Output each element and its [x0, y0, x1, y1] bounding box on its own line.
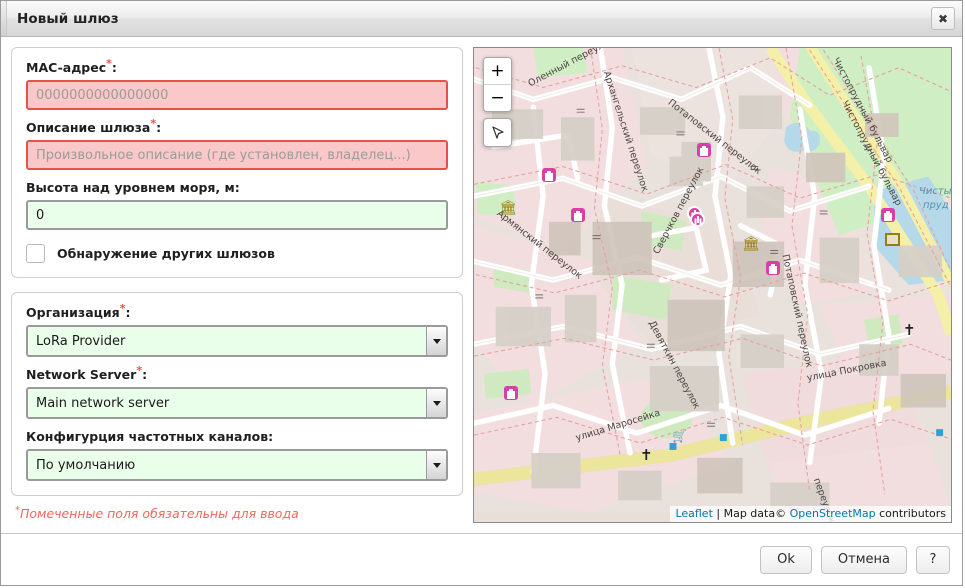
network-server-label-colon: :	[142, 367, 147, 382]
new-gateway-dialog: Новый шлюз ✖ MAC-адрес*: Описание шлюза*…	[0, 0, 963, 586]
description-label-text: Описание шлюза	[26, 120, 150, 135]
hospital-icon[interactable]	[690, 212, 705, 227]
gateway-discovery-checkbox[interactable]	[26, 244, 45, 263]
pharmacy-icon[interactable]	[542, 168, 556, 182]
description-label-colon: :	[156, 120, 161, 135]
network-server-selected-value: Main network server	[28, 396, 426, 411]
location-map[interactable]: Оленный переулокАрхангельский переулокПо…	[473, 47, 952, 523]
required-fields-note: *Помеченные поля обязательны для ввода	[15, 506, 463, 521]
description-input[interactable]	[26, 140, 448, 170]
required-note-text: Помеченные поля обязательны для ввода	[20, 506, 299, 521]
pharmacy-icon[interactable]	[881, 208, 895, 222]
altitude-label: Высота над уровнем моря, м:	[26, 180, 448, 195]
mac-address-label-colon: :	[112, 60, 117, 75]
help-button[interactable]: ?	[916, 546, 950, 574]
organization-label-text: Организация	[26, 305, 120, 320]
network-server-label-text: Network Server	[26, 367, 136, 382]
attribution-contributors: contributors	[876, 507, 946, 520]
network-server-label: Network Server*:	[26, 367, 448, 382]
church-icon[interactable]: ✝	[903, 323, 916, 338]
channel-config-select[interactable]: По умолчанию	[26, 449, 448, 481]
map-zoom-controls: + −	[483, 57, 512, 112]
map-tiles	[474, 48, 951, 512]
cinema-icon[interactable]	[885, 233, 900, 246]
gateway-assignment-group: Организация*: LoRa Provider Network Serv…	[11, 292, 463, 496]
attribution-mapdata: Map data©	[724, 507, 790, 520]
shop-cart-icon[interactable]: 🛒	[672, 430, 687, 442]
channel-config-label: Конфигурция частотных каналов:	[26, 429, 448, 444]
dialog-titlebar: Новый шлюз ✖	[1, 1, 962, 37]
description-label: Описание шлюза*:	[26, 120, 448, 135]
chevron-down-icon[interactable]	[426, 389, 446, 417]
mac-address-input[interactable]	[26, 80, 448, 110]
dialog-title: Новый шлюз	[17, 11, 119, 27]
mac-address-label-text: MAC-адрес	[26, 60, 106, 75]
close-icon[interactable]: ✖	[931, 7, 955, 30]
organization-label-colon: :	[125, 305, 130, 320]
zoom-in-button[interactable]: +	[484, 58, 511, 85]
zoom-out-button[interactable]: −	[484, 85, 511, 111]
attribution-separator: |	[713, 507, 724, 520]
altitude-label-colon: :	[235, 180, 240, 195]
altitude-input[interactable]	[26, 200, 448, 230]
mac-address-label: MAC-адрес*:	[26, 60, 448, 75]
gateway-discovery-row[interactable]: Обнаружение других шлюзов	[26, 244, 448, 263]
gateway-form: MAC-адрес*: Описание шлюза*: Высота над …	[11, 47, 463, 523]
dialog-footer: Ok Отмена ?	[1, 533, 962, 585]
chevron-down-icon[interactable]	[426, 327, 446, 355]
chevron-down-icon[interactable]	[426, 451, 446, 479]
bank-icon[interactable]: 🏛	[499, 201, 517, 215]
dialog-content: MAC-адрес*: Описание шлюза*: Высота над …	[1, 37, 962, 533]
bank-icon[interactable]: 🏛	[742, 237, 760, 251]
pharmacy-icon[interactable]	[766, 261, 780, 275]
ok-button[interactable]: Ok	[760, 546, 812, 574]
organization-label: Организация*:	[26, 305, 448, 320]
church-icon[interactable]: ✝	[640, 448, 653, 463]
organization-select[interactable]: LoRa Provider	[26, 325, 448, 357]
pharmacy-icon[interactable]	[571, 208, 585, 222]
map-attribution: Leaflet | Map data© OpenStreetMap contri…	[670, 506, 951, 522]
channel-config-selected-value: По умолчанию	[28, 458, 426, 473]
locate-arrow-icon[interactable]	[483, 118, 512, 147]
gateway-identity-group: MAC-адрес*: Описание шлюза*: Высота над …	[11, 47, 463, 278]
pharmacy-icon[interactable]	[504, 386, 518, 400]
pharmacy-icon[interactable]	[697, 143, 711, 157]
channel-config-label-text: Конфигурция частотных каналов	[26, 429, 268, 444]
leaflet-link[interactable]: Leaflet	[675, 507, 712, 520]
network-server-select[interactable]: Main network server	[26, 387, 448, 419]
altitude-label-text: Высота над уровнем моря, м	[26, 180, 235, 195]
cancel-button[interactable]: Отмена	[821, 546, 907, 574]
organization-selected-value: LoRa Provider	[28, 334, 426, 349]
channel-config-label-colon: :	[268, 429, 273, 444]
openstreetmap-link[interactable]: OpenStreetMap	[790, 507, 876, 520]
gateway-discovery-label: Обнаружение других шлюзов	[57, 246, 275, 261]
